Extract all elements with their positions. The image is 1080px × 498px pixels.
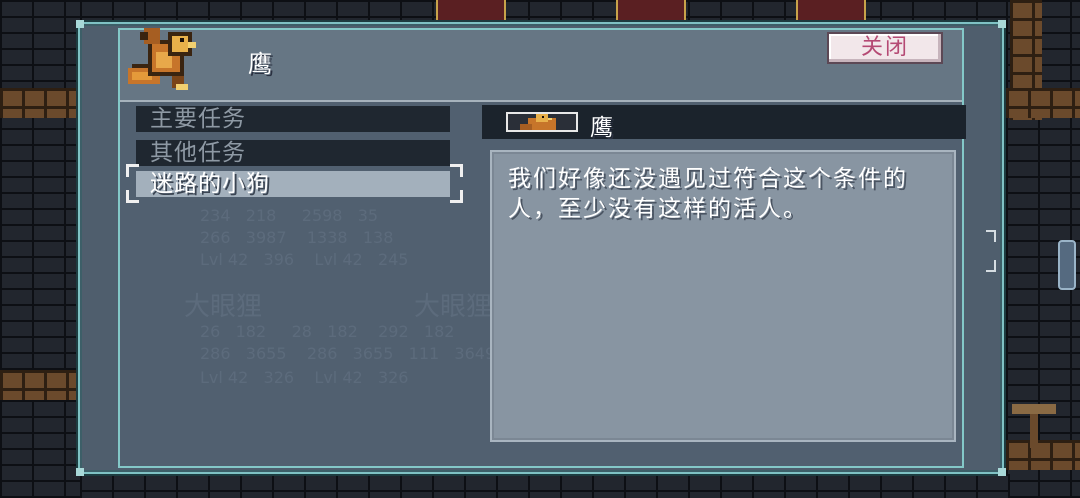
bg-ghost-stats: 266 3987 1338 138 — [200, 228, 394, 247]
bg-ghost-stats: 234 218 2598 35 — [200, 206, 379, 225]
top-banner-left — [436, 0, 506, 24]
detail-description: 我们好像还没遇见过符合这个条件的人，至少没有这样的活人。 — [508, 166, 908, 222]
table-leg — [1030, 414, 1038, 448]
right-wall-trim — [1006, 88, 1080, 118]
bg-ghost-stats: Lvl 42 326 Lvl 42 326 — [200, 368, 409, 387]
detail-name: 鹰 — [590, 115, 613, 141]
left-wall-trim — [0, 88, 80, 118]
bg-ghost-text: 大眼狸 — [414, 292, 493, 322]
bg-ghost-text: 大眼狸 — [184, 292, 263, 322]
top-banner-mid — [616, 0, 686, 24]
hawk-icon — [128, 28, 196, 90]
table-prop — [1012, 404, 1056, 414]
frame-corner — [998, 20, 1006, 28]
detail-description-box: 我们好像还没遇见过符合这个条件的人，至少没有这样的活人。 — [490, 150, 956, 442]
hawk-thumbnail — [506, 112, 578, 132]
hawk-icon — [520, 114, 556, 130]
dialog-title: 鹰 — [248, 50, 272, 78]
bottom-wall — [80, 474, 1010, 498]
frame-corner — [76, 20, 84, 28]
top-wall — [80, 0, 1010, 24]
right-floor-trim — [1006, 440, 1080, 470]
frame-corner — [76, 468, 84, 476]
selection-bracket — [126, 164, 139, 177]
frame-corner — [998, 468, 1006, 476]
bg-ghost-stats: 26 182 28 182 292 182 — [200, 322, 455, 341]
bg-ghost-stats: 286 3655 286 3655 111 3649 — [200, 344, 496, 363]
left-wall — [0, 0, 80, 498]
selection-bracket — [126, 190, 139, 203]
left-floor-trim — [0, 370, 80, 400]
wall-lamp-right — [1058, 240, 1076, 290]
top-banner-right — [796, 0, 866, 24]
close-button[interactable]: 关闭 — [827, 32, 943, 64]
quest-item-lost-puppy[interactable]: 迷路的小狗 — [136, 171, 450, 197]
scroll-bracket — [986, 230, 996, 242]
bg-ghost-stats: Lvl 42 396 Lvl 42 245 — [200, 250, 409, 269]
selection-bracket — [450, 164, 463, 177]
scroll-bracket — [986, 260, 996, 272]
quest-category-main[interactable]: 主要任务 — [136, 106, 450, 132]
quest-category-other[interactable]: 其他任务 — [136, 140, 450, 166]
selection-bracket — [450, 190, 463, 203]
